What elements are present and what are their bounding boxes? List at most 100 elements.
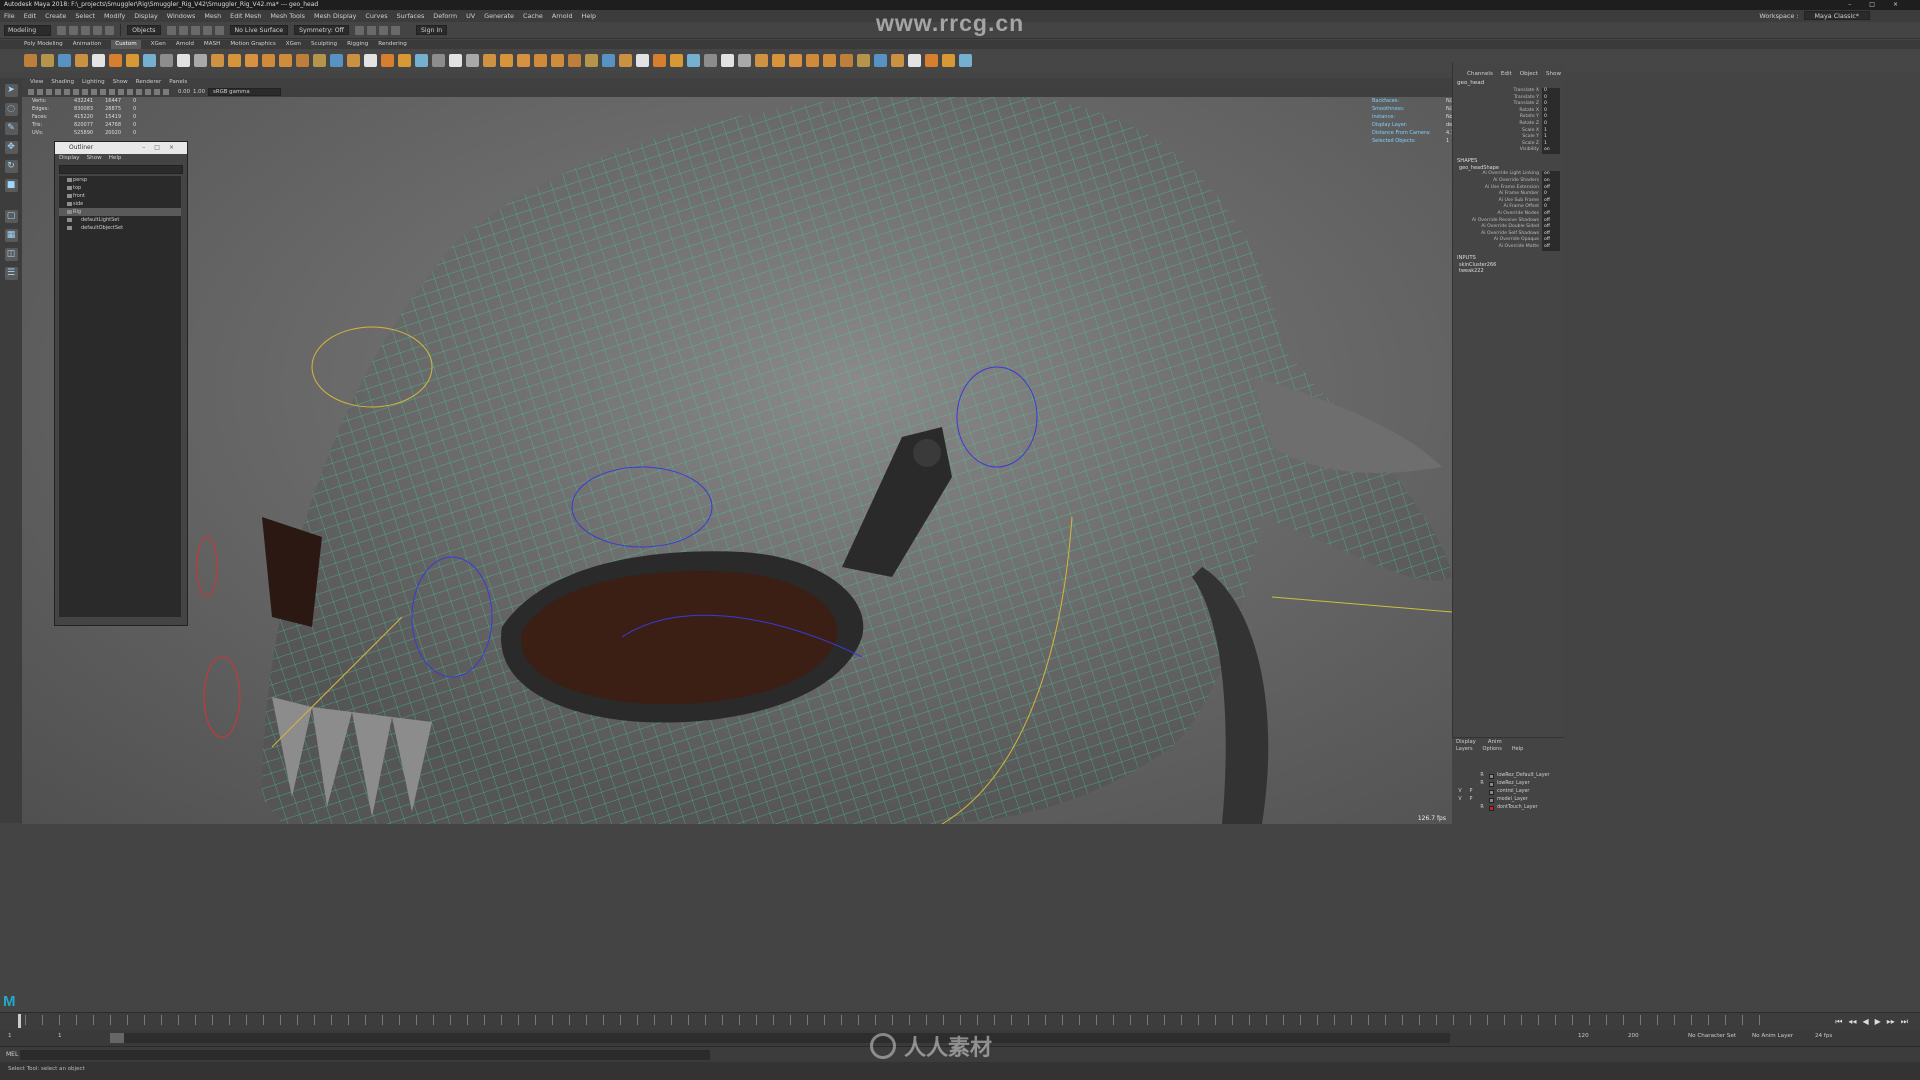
shelf-tool-icon[interactable] — [313, 53, 326, 67]
menu-mesh-display[interactable]: Mesh Display — [314, 10, 356, 22]
shelf-tool-icon[interactable] — [58, 53, 71, 67]
layer-toggle-p[interactable]: P — [1467, 788, 1475, 796]
textured-icon[interactable] — [109, 89, 115, 95]
outliner-item[interactable]: front — [59, 192, 181, 200]
shelf-tool-icon[interactable] — [245, 53, 258, 67]
channel-menu-edit[interactable]: Edit — [1501, 70, 1512, 79]
shape-attr-name[interactable]: Ai Frame Number — [1499, 191, 1539, 198]
shelf-tool-icon[interactable] — [738, 53, 751, 67]
sign-in-button[interactable]: Sign In — [415, 25, 448, 35]
shape-attr-value[interactable]: off — [1542, 243, 1560, 251]
snap-view-icon[interactable] — [214, 25, 224, 35]
shape-attr-value[interactable]: on — [1542, 178, 1560, 185]
outliner-item[interactable]: top — [59, 184, 181, 192]
menu-modify[interactable]: Modify — [104, 10, 125, 22]
outliner-item[interactable]: Rig — [59, 208, 181, 216]
menu-display[interactable]: Display — [134, 10, 158, 22]
move-tool-icon[interactable]: ✥ — [4, 141, 18, 154]
shelf-tool-icon[interactable] — [41, 53, 54, 67]
input-node[interactable]: tweak222 — [1453, 268, 1564, 275]
channel-attr-value[interactable]: 0 — [1542, 101, 1560, 108]
outliner-menu-help[interactable]: Help — [109, 154, 122, 163]
menu-edit[interactable]: Edit — [24, 10, 36, 22]
panel-menu-renderer[interactable]: Renderer — [136, 78, 162, 87]
shape-attr-value[interactable]: 0 — [1542, 204, 1560, 211]
redo-icon[interactable] — [105, 25, 115, 35]
camera-attributes-icon[interactable] — [37, 89, 43, 95]
anim-layer-select[interactable]: No Anim Layer — [1752, 1033, 1793, 1039]
viewport-persp[interactable]: Verts: 432241 16447 0 Edges: 830083 28875 0 Face… — [22, 97, 1452, 824]
hypershade-icon[interactable] — [390, 25, 400, 35]
shelf-tool-icon[interactable] — [534, 53, 547, 67]
outliner-item[interactable]: defaultObjectSet — [59, 224, 181, 232]
play-forward-icon[interactable]: ▶ — [1875, 1017, 1881, 1027]
shelf-tool-icon[interactable] — [381, 53, 394, 67]
shelf-tool-icon[interactable] — [789, 53, 802, 67]
shelf-tool-icon[interactable] — [415, 53, 428, 67]
camera-icon[interactable] — [28, 89, 34, 95]
shelf-tool-icon[interactable] — [177, 53, 190, 67]
channel-attr-name[interactable]: Rotate Z — [1519, 121, 1539, 128]
panel-menu-view[interactable]: View — [30, 78, 43, 87]
end-time-field[interactable]: 200 — [1628, 1033, 1639, 1039]
shelf-tool-icon[interactable] — [194, 53, 207, 67]
menu-deform[interactable]: Deform — [433, 10, 457, 22]
step-forward-icon[interactable]: ▸▸ — [1887, 1017, 1895, 1027]
channel-menu-show[interactable]: Show — [1546, 70, 1561, 79]
range-end-field[interactable]: 120 — [1578, 1033, 1589, 1039]
shelf-tool-icon[interactable] — [806, 53, 819, 67]
panel-menu-lighting[interactable]: Lighting — [82, 78, 105, 87]
symmetry-select[interactable]: Symmetry: Off — [294, 25, 349, 35]
shelf-tool-icon[interactable] — [772, 53, 785, 67]
shelf-tool-icon[interactable] — [211, 53, 224, 67]
shelf-tool-icon[interactable] — [466, 53, 479, 67]
shelf-tool-icon[interactable] — [636, 53, 649, 67]
shelf-tab-custom[interactable]: Custom — [111, 40, 141, 49]
resolution-gate-icon[interactable] — [82, 89, 88, 95]
layer-toggle-v[interactable]: V — [1456, 788, 1464, 796]
outliner-menu-show[interactable]: Show — [87, 154, 102, 163]
layer-color-swatch[interactable] — [1489, 781, 1494, 787]
shape-attr-name[interactable]: Ai Override Matte — [1499, 244, 1539, 251]
shelf-tool-icon[interactable] — [75, 53, 88, 67]
layer-menu-options[interactable]: Options — [1483, 746, 1502, 753]
shelf-tool-icon[interactable] — [857, 53, 870, 67]
channel-attr-name[interactable]: Translate Z — [1514, 101, 1539, 108]
shelf-tool-icon[interactable] — [602, 53, 615, 67]
shelf-tool-icon[interactable] — [619, 53, 632, 67]
shelf-tool-icon[interactable] — [330, 53, 343, 67]
channel-attr-value[interactable]: on — [1542, 147, 1560, 154]
play-back-icon[interactable]: ◀ — [1862, 1017, 1868, 1027]
shape-attr-name[interactable]: Ai Override Shaders — [1493, 178, 1539, 185]
shape-attr-value[interactable]: on — [1542, 171, 1560, 179]
shelf-tool-icon[interactable] — [551, 53, 564, 67]
paint-select-icon[interactable]: ✎ — [4, 122, 18, 135]
image-plane-icon[interactable] — [55, 89, 61, 95]
layer-row[interactable]: RlowRez_Default_Layer — [1456, 772, 1560, 780]
shelf-tool-icon[interactable] — [925, 53, 938, 67]
shelf-tab-poly-modeling[interactable]: Poly Modeling — [24, 40, 63, 49]
shelf-tool-icon[interactable] — [347, 53, 360, 67]
menu-curves[interactable]: Curves — [365, 10, 387, 22]
menu-help[interactable]: Help — [582, 10, 597, 22]
shelf-tool-icon[interactable] — [364, 53, 377, 67]
lasso-tool-icon[interactable]: ◌ — [4, 103, 18, 116]
channel-attr-name[interactable]: Translate X — [1514, 88, 1539, 95]
shelf-tab-rigging[interactable]: Rigging — [347, 40, 368, 49]
outliner-search-input[interactable] — [59, 165, 183, 174]
shape-attr-name[interactable]: Ai Override Double Sided — [1481, 224, 1539, 231]
shelf-tab-xgen[interactable]: XGen — [286, 40, 301, 49]
shelf-tool-icon[interactable] — [92, 53, 105, 67]
shelf-tool-icon[interactable] — [687, 53, 700, 67]
shelf-tool-icon[interactable] — [262, 53, 275, 67]
layer-toggle-v[interactable]: V — [1456, 796, 1464, 804]
bookmark-icon[interactable] — [46, 89, 52, 95]
shelf-tool-icon[interactable] — [704, 53, 717, 67]
shelf-tool-icon[interactable] — [143, 53, 156, 67]
layout-outliner-icon[interactable]: ☰ — [4, 267, 18, 280]
shelf-tab-motion-graphics[interactable]: Motion Graphics — [230, 40, 275, 49]
menu-arnold[interactable]: Arnold — [552, 10, 573, 22]
select-tool-icon[interactable]: ➤ — [4, 84, 18, 97]
shelf-tool-icon[interactable] — [500, 53, 513, 67]
scale-tool-icon[interactable]: ■ — [4, 179, 18, 192]
